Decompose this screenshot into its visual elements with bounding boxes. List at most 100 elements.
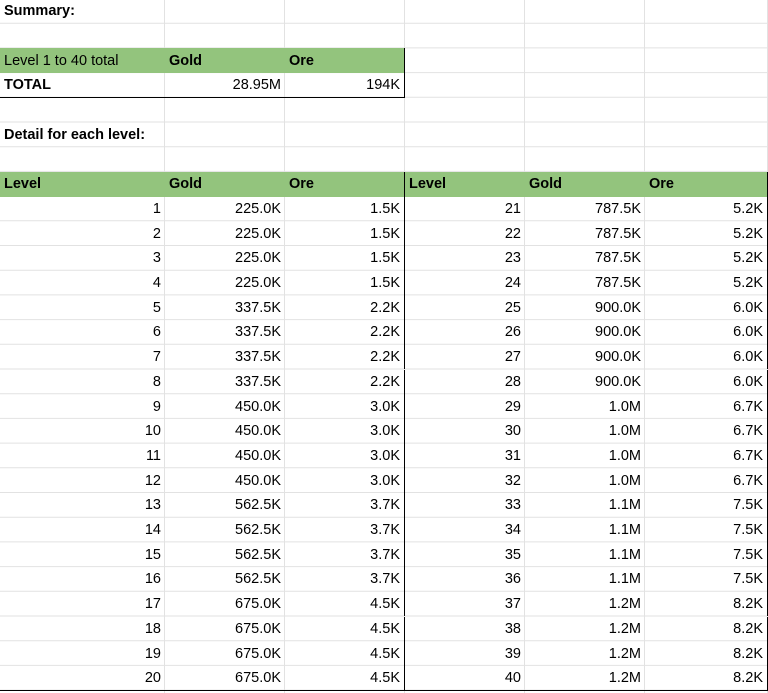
- ore-cell[interactable]: 3.7K: [285, 517, 405, 543]
- empty-cell[interactable]: [0, 98, 165, 123]
- ore-cell[interactable]: 2.2K: [285, 344, 405, 370]
- level-cell[interactable]: 10: [0, 419, 165, 444]
- empty-cell[interactable]: [645, 123, 768, 148]
- level-cell[interactable]: 35: [405, 542, 525, 567]
- empty-cell[interactable]: [525, 123, 645, 148]
- empty-cell[interactable]: [285, 24, 405, 49]
- level-cell[interactable]: 16: [0, 567, 165, 592]
- ore-cell[interactable]: 2.2K: [285, 320, 405, 345]
- ore-cell[interactable]: 6.7K: [645, 443, 768, 469]
- ore-cell[interactable]: 6.7K: [645, 394, 768, 419]
- gold-cell[interactable]: 337.5K: [165, 370, 285, 395]
- gold-cell[interactable]: 562.5K: [165, 567, 285, 592]
- ore-cell[interactable]: 8.2K: [645, 616, 768, 642]
- ore-cell[interactable]: 8.2K: [645, 591, 768, 617]
- gold-cell[interactable]: 450.0K: [165, 394, 285, 419]
- empty-cell[interactable]: [285, 98, 405, 123]
- ore-cell[interactable]: 7.5K: [645, 542, 768, 568]
- ore-cell[interactable]: 6.0K: [645, 295, 768, 321]
- empty-cell[interactable]: [165, 0, 285, 24]
- empty-cell[interactable]: [165, 147, 285, 172]
- gold-cell[interactable]: 225.0K: [165, 271, 285, 296]
- ore-cell[interactable]: 3.0K: [285, 418, 405, 444]
- empty-cell[interactable]: [405, 123, 525, 148]
- level-cell[interactable]: 14: [0, 518, 165, 543]
- header-level-right[interactable]: Level: [405, 171, 525, 197]
- gold-cell[interactable]: 337.5K: [165, 320, 285, 345]
- gold-cell[interactable]: 1.1M: [525, 518, 645, 543]
- gold-cell[interactable]: 562.5K: [165, 493, 285, 518]
- ore-cell[interactable]: 5.2K: [645, 270, 768, 296]
- detail-heading[interactable]: Detail for each level:: [0, 123, 165, 148]
- level-cell[interactable]: 3: [0, 246, 165, 271]
- level-cell[interactable]: 22: [405, 221, 525, 246]
- level-cell[interactable]: 6: [0, 320, 165, 345]
- empty-cell[interactable]: [405, 0, 525, 24]
- ore-cell[interactable]: 4.5K: [285, 665, 405, 691]
- gold-cell[interactable]: 562.5K: [165, 518, 285, 543]
- empty-cell[interactable]: [165, 98, 285, 123]
- gold-cell[interactable]: 1.0M: [525, 468, 645, 493]
- ore-cell[interactable]: 6.0K: [645, 369, 768, 395]
- total-ore[interactable]: 194K: [285, 73, 405, 98]
- ore-cell[interactable]: 3.0K: [285, 394, 405, 419]
- empty-cell[interactable]: [165, 24, 285, 49]
- level-cell[interactable]: 13: [0, 493, 165, 518]
- header-ore-left[interactable]: Ore: [285, 171, 405, 197]
- ore-cell[interactable]: 3.0K: [285, 443, 405, 469]
- header-gold-right[interactable]: Gold: [525, 171, 645, 197]
- ore-cell[interactable]: 6.0K: [645, 344, 768, 370]
- ore-cell[interactable]: 5.2K: [645, 196, 768, 222]
- level-cell[interactable]: 24: [405, 271, 525, 296]
- empty-cell[interactable]: [525, 48, 645, 73]
- level-cell[interactable]: 23: [405, 246, 525, 271]
- level-cell[interactable]: 30: [405, 419, 525, 444]
- empty-cell[interactable]: [405, 98, 525, 123]
- level-cell[interactable]: 4: [0, 271, 165, 296]
- empty-cell[interactable]: [405, 73, 525, 98]
- ore-cell[interactable]: 4.5K: [285, 616, 405, 642]
- header-level-left[interactable]: Level: [0, 171, 165, 197]
- level-cell[interactable]: 31: [405, 444, 525, 469]
- gold-cell[interactable]: 1.2M: [525, 617, 645, 642]
- level-cell[interactable]: 29: [405, 394, 525, 419]
- ore-cell[interactable]: 3.7K: [285, 542, 405, 568]
- level-cell[interactable]: 25: [405, 295, 525, 320]
- level-cell[interactable]: 36: [405, 567, 525, 592]
- level-cell[interactable]: 33: [405, 493, 525, 518]
- ore-cell[interactable]: 5.2K: [645, 246, 768, 271]
- empty-cell[interactable]: [165, 123, 285, 148]
- level-cell[interactable]: 19: [0, 641, 165, 666]
- empty-cell[interactable]: [645, 73, 768, 98]
- total-gold[interactable]: 28.95M: [165, 73, 285, 98]
- empty-cell[interactable]: [645, 98, 768, 123]
- summary-header-ore[interactable]: Ore: [285, 48, 405, 74]
- level-cell[interactable]: 20: [0, 666, 165, 691]
- gold-cell[interactable]: 225.0K: [165, 221, 285, 246]
- ore-cell[interactable]: 6.7K: [645, 418, 768, 444]
- gold-cell[interactable]: 225.0K: [165, 197, 285, 222]
- empty-cell[interactable]: [645, 24, 768, 49]
- empty-cell[interactable]: [405, 24, 525, 49]
- level-cell[interactable]: 40: [405, 666, 525, 691]
- gold-cell[interactable]: 900.0K: [525, 295, 645, 320]
- summary-header-label[interactable]: Level 1 to 40 total: [0, 48, 165, 74]
- summary-header-gold[interactable]: Gold: [165, 48, 285, 74]
- gold-cell[interactable]: 562.5K: [165, 542, 285, 567]
- empty-cell[interactable]: [525, 98, 645, 123]
- empty-cell[interactable]: [645, 0, 768, 24]
- ore-cell[interactable]: 4.5K: [285, 641, 405, 666]
- empty-cell[interactable]: [645, 147, 768, 172]
- empty-cell[interactable]: [0, 147, 165, 172]
- gold-cell[interactable]: 1.0M: [525, 394, 645, 419]
- level-cell[interactable]: 34: [405, 518, 525, 543]
- total-label[interactable]: TOTAL: [0, 73, 165, 98]
- empty-cell[interactable]: [285, 0, 405, 24]
- gold-cell[interactable]: 337.5K: [165, 345, 285, 370]
- ore-cell[interactable]: 7.5K: [645, 517, 768, 543]
- gold-cell[interactable]: 1.2M: [525, 641, 645, 666]
- gold-cell[interactable]: 1.1M: [525, 493, 645, 518]
- ore-cell[interactable]: 1.5K: [285, 270, 405, 296]
- level-cell[interactable]: 1: [0, 197, 165, 222]
- empty-cell[interactable]: [525, 73, 645, 98]
